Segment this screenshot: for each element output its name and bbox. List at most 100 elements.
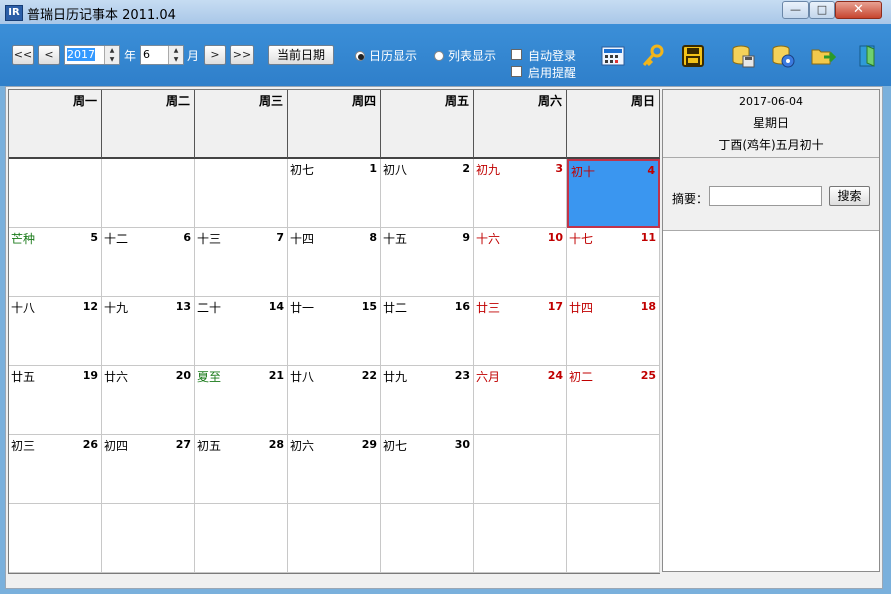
minimize-button[interactable]: — [782,1,809,19]
empty-day-cell [288,504,381,573]
lunar-date: 初九 [476,163,501,177]
year-stepper-arrows[interactable]: ▲ ▼ [104,46,119,64]
day-number: 27 [175,438,191,451]
lunar-date: 初二 [569,370,594,384]
lunar-date: 二十 [197,301,222,315]
day-cell[interactable]: 初五 28 [195,435,288,504]
day-cell[interactable]: 廿五 19 [9,366,102,435]
toolbar: << < 2017 ▲ ▼ 年 6 ▲ ▼ 月 > >> 当前日期 日历显示 列表显… [0,24,891,86]
day-cell[interactable]: 初八 2 [381,159,474,228]
day-number: 10 [547,231,563,244]
day-cell[interactable]: 六月 24 [474,366,567,435]
save-icon[interactable] [680,43,706,69]
day-cell[interactable]: 十七 11 [567,228,660,297]
day-number: 2 [462,162,470,175]
calendar-view-radio[interactable] [355,51,365,61]
app-icon: IR [5,5,23,21]
calendar-view-label[interactable]: 日历显示 [369,47,417,64]
exit-icon[interactable] [855,43,881,69]
day-cell[interactable]: 初四 27 [102,435,195,504]
reminder-checkbox[interactable] [511,66,522,77]
day-number: 21 [268,369,284,382]
selected-weekday: 星期日 [752,116,789,130]
day-number: 20 [175,369,191,382]
day-cell[interactable]: 廿九 23 [381,366,474,435]
main-panel: 周一 周二 周三 周四 周五 周六 周日 初七 1 初八 2 初九 3 初十 4 芒种 5 十二 6 十三 7 十四 8 十… [5,86,883,589]
day-cell[interactable]: 廿六 20 [102,366,195,435]
day-cell[interactable]: 廿一 15 [288,297,381,366]
day-cell[interactable]: 夏至 21 [195,366,288,435]
month-stepper[interactable]: 6 ▲ ▼ [140,45,184,65]
database-save-icon[interactable] [730,43,756,69]
day-cell[interactable]: 芒种 5 [9,228,102,297]
search-button[interactable]: 搜索 [829,186,870,206]
day-cell[interactable]: 廿四 18 [567,297,660,366]
day-cell[interactable]: 十三 7 [195,228,288,297]
today-button[interactable]: 当前日期 [268,45,334,65]
day-cell[interactable]: 廿二 16 [381,297,474,366]
day-cell[interactable]: 初七 1 [288,159,381,228]
weekday-header-cell: 周一 [9,90,102,159]
day-number: 19 [82,369,98,382]
lunar-date: 芒种 [11,232,36,246]
day-cell[interactable]: 十八 12 [9,297,102,366]
day-cell[interactable]: 廿三 17 [474,297,567,366]
day-cell[interactable]: 十九 13 [102,297,195,366]
day-number: 13 [175,300,191,313]
lunar-date: 廿二 [383,301,408,315]
summary-input[interactable] [709,186,822,206]
day-cell[interactable]: 初九 3 [474,159,567,228]
prev-month-button[interactable]: < [38,45,60,65]
empty-day-cell [381,504,474,573]
reminder-label[interactable]: 启用提醒 [528,64,576,81]
open-folder-icon[interactable] [810,43,837,69]
auto-login-label[interactable]: 自动登录 [528,47,576,64]
day-cell[interactable]: 十五 9 [381,228,474,297]
day-number: 7 [276,231,284,244]
key-icon[interactable] [640,43,666,69]
day-cell[interactable]: 初二 25 [567,366,660,435]
notes-area[interactable] [663,231,879,571]
list-view-radio[interactable] [434,51,444,61]
empty-day-cell [195,504,288,573]
lunar-date: 十五 [383,232,408,246]
lunar-date: 初七 [290,163,315,177]
lunar-date: 廿四 [569,301,594,315]
last-page-button[interactable]: >> [230,45,254,65]
close-button[interactable]: ✕ [835,1,882,19]
day-cell[interactable]: 十四 8 [288,228,381,297]
day-number: 23 [454,369,470,382]
day-cell[interactable]: 二十 14 [195,297,288,366]
year-stepper[interactable]: 2017 ▲ ▼ [64,45,120,65]
empty-day-cell [567,435,660,504]
lunar-date: 六月 [476,370,501,384]
next-month-button[interactable]: > [204,45,226,65]
day-number: 1 [369,162,377,175]
database-settings-icon[interactable] [770,43,796,69]
list-view-label[interactable]: 列表显示 [448,47,496,64]
day-number: 4 [647,164,655,177]
day-cell[interactable]: 初六 29 [288,435,381,504]
day-cell[interactable]: 初三 26 [9,435,102,504]
day-cell[interactable]: 初七 30 [381,435,474,504]
lunar-date: 十三 [197,232,222,246]
day-detail-panel: 2017-06-04 星期日 丁酉(鸡年)五月初十 摘要： 搜索 [662,89,880,572]
day-number: 18 [640,300,656,313]
day-cell[interactable]: 十二 6 [102,228,195,297]
day-cell[interactable]: 十六 10 [474,228,567,297]
lunar-date: 初十 [571,165,596,179]
lunar-date: 初四 [104,439,129,453]
month-stepper-arrows[interactable]: ▲ ▼ [168,46,183,64]
day-cell[interactable]: 初十 4 [567,159,660,228]
empty-day-cell [567,504,660,573]
auto-login-checkbox[interactable] [511,49,522,60]
day-number: 9 [462,231,470,244]
first-page-button[interactable]: << [12,45,34,65]
empty-day-cell [102,504,195,573]
day-cell[interactable]: 廿八 22 [288,366,381,435]
maximize-button[interactable]: □ [809,1,835,19]
empty-day-cell [474,504,567,573]
window-title: 普瑞日历记事本 2011.04 [27,8,176,23]
lunar-date: 初七 [383,439,408,453]
calculator-icon[interactable] [600,43,626,69]
